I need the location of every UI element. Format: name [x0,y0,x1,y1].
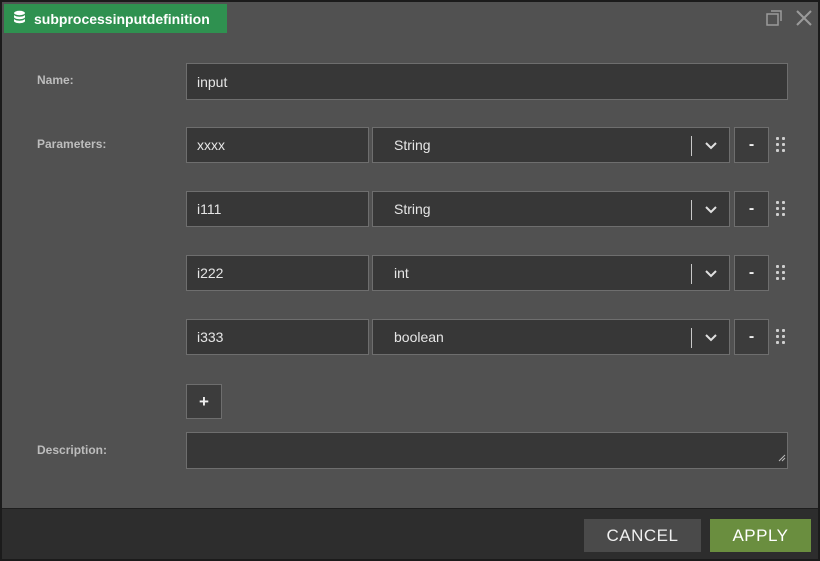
parameter-name-input[interactable]: i333 [186,319,369,355]
drag-handle-icon[interactable] [776,137,786,155]
parameter-name-input[interactable]: xxxx [186,127,369,163]
name-input[interactable]: input [186,63,788,100]
apply-button[interactable]: APPLY [710,519,811,552]
parameter-type-value: String [394,137,431,153]
name-label: Name: [37,73,74,87]
parameter-type-select[interactable]: int [372,255,730,291]
drag-handle-icon[interactable] [776,265,786,283]
parameter-type-value: boolean [394,329,444,345]
add-parameter-button[interactable]: + [186,384,222,419]
description-label: Description: [37,443,108,457]
close-icon[interactable] [794,8,814,28]
parameter-type-select[interactable]: boolean [372,319,730,355]
parameter-type-value: int [394,265,409,281]
select-separator [691,200,692,220]
dialog-window: subprocessinputdefinition Name: input Pa… [0,0,820,561]
chevron-down-icon[interactable] [704,203,718,220]
resize-grip-icon[interactable] [778,449,786,467]
parameter-name-input[interactable]: i111 [186,191,369,227]
parameter-type-value: String [394,201,431,217]
database-icon [13,10,26,28]
chevron-down-icon[interactable] [704,267,718,284]
select-separator [691,136,692,156]
parameter-type-select[interactable]: String [372,191,730,227]
dialog-title-tab: subprocessinputdefinition [4,4,227,33]
select-separator [691,264,692,284]
remove-parameter-button[interactable]: - [734,127,769,163]
parameters-label: Parameters: [37,137,107,151]
parameter-name-input[interactable]: i222 [186,255,369,291]
dialog-footer: CANCEL APPLY [2,508,818,559]
drag-handle-icon[interactable] [776,201,786,219]
dialog-title: subprocessinputdefinition [34,10,210,27]
restore-window-icon[interactable] [764,8,784,28]
remove-parameter-button[interactable]: - [734,191,769,227]
remove-parameter-button[interactable]: - [734,255,769,291]
remove-parameter-button[interactable]: - [734,319,769,355]
cancel-button[interactable]: CANCEL [584,519,701,552]
description-textarea[interactable] [186,432,788,469]
select-separator [691,328,692,348]
drag-handle-icon[interactable] [776,329,786,347]
chevron-down-icon[interactable] [704,139,718,156]
parameter-type-select[interactable]: String [372,127,730,163]
chevron-down-icon[interactable] [704,331,718,348]
